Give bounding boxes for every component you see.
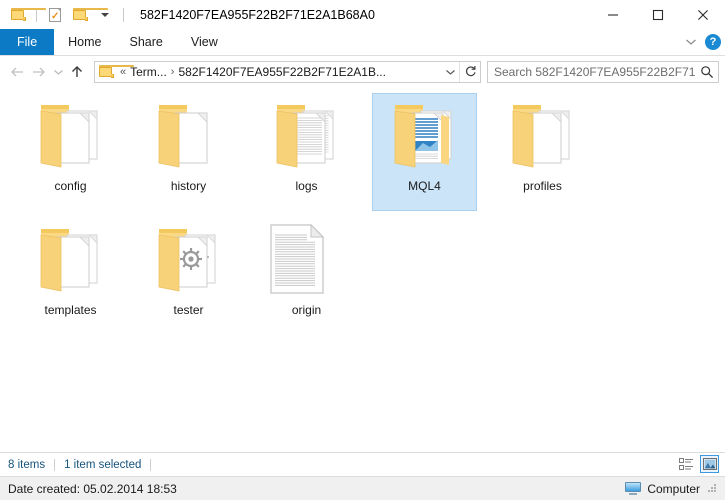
search-input[interactable]: Search 582F1420F7EA955F22B2F71E2... xyxy=(488,65,696,79)
list-item[interactable]: config xyxy=(18,93,123,211)
view-mode-buttons xyxy=(677,455,719,473)
list-item[interactable]: tester xyxy=(136,217,241,335)
large-icons-view-icon[interactable] xyxy=(700,455,719,473)
breadcrumb-item-current[interactable]: 582F1420F7EA955F22B2F71E2A1B... xyxy=(178,65,385,79)
properties-doc-icon[interactable]: ✓ xyxy=(45,5,65,25)
tab-home[interactable]: Home xyxy=(54,29,115,55)
file-list-view[interactable]: config history logs MQL4 profiles templates te… xyxy=(0,87,725,452)
list-item-label: MQL4 xyxy=(408,179,441,193)
list-item-label: logs xyxy=(295,179,318,193)
list-item[interactable]: origin xyxy=(254,217,359,335)
recent-locations-chevron-down-icon[interactable] xyxy=(50,61,66,83)
status-divider-2 xyxy=(150,458,152,471)
computer-indicator: Computer xyxy=(625,482,717,496)
details-bar: Date created: 05.02.2014 18:53 Computer xyxy=(0,476,725,500)
list-item-selected[interactable]: MQL4 xyxy=(372,93,477,211)
list-item-label: history xyxy=(170,179,207,193)
list-item[interactable]: templates xyxy=(18,217,123,335)
address-dropdown-chevron-down-icon[interactable] xyxy=(441,68,459,76)
list-item-label: tester xyxy=(173,303,204,317)
close-icon[interactable] xyxy=(680,0,725,29)
tab-share[interactable]: Share xyxy=(116,29,177,55)
computer-label: Computer xyxy=(647,481,700,496)
tab-view[interactable]: View xyxy=(177,29,232,55)
text-file-icon xyxy=(267,221,347,299)
folder-icon xyxy=(503,97,583,175)
breadcrumb-item-terminal[interactable]: Term... xyxy=(130,65,167,79)
folder-icon xyxy=(31,221,111,299)
list-item-label: templates xyxy=(44,303,97,317)
breadcrumb-overflow[interactable]: « xyxy=(119,66,127,78)
folder-icon xyxy=(149,221,229,299)
breadcrumb-separator[interactable]: › xyxy=(170,66,176,78)
maximize-icon[interactable] xyxy=(635,0,680,29)
quick-access-toolbar: ✓ 582F1420F7EA955F22B2F71E2A1B68A0 xyxy=(0,5,375,25)
window-title: 582F1420F7EA955F22B2F71E2A1B68A0 xyxy=(140,7,375,22)
date-created-text: Date created: 05.02.2014 18:53 xyxy=(8,481,177,496)
back-button[interactable] xyxy=(6,61,28,83)
new-folder-icon[interactable] xyxy=(70,5,108,25)
toolbar-divider-2 xyxy=(123,7,124,22)
status-bar: 8 items 1 item selected xyxy=(0,452,725,476)
resize-grip-icon[interactable] xyxy=(708,484,717,493)
folder-icon xyxy=(31,97,111,175)
list-item-label: origin xyxy=(291,303,322,317)
status-divider-1 xyxy=(54,458,56,471)
list-item-label: profiles xyxy=(523,179,562,193)
list-item[interactable]: profiles xyxy=(490,93,595,211)
selection-count-text: 1 item selected xyxy=(64,458,142,471)
ribbon-tab-bar: File Home Share View ? xyxy=(0,29,725,56)
monitor-icon xyxy=(625,482,642,495)
address-bar[interactable]: « Term... › 582F1420F7EA955F22B2F71E2A1B… xyxy=(94,60,481,83)
chevron-down-icon[interactable] xyxy=(684,35,698,49)
forward-button[interactable] xyxy=(28,61,50,83)
list-item[interactable]: history xyxy=(136,93,241,211)
search-box[interactable]: Search 582F1420F7EA955F22B2F71E2... xyxy=(487,60,719,83)
minimize-icon[interactable] xyxy=(590,0,635,29)
explorer-window: ✓ 582F1420F7EA955F22B2F71E2A1B68A0 File … xyxy=(0,0,725,500)
title-bar: ✓ 582F1420F7EA955F22B2F71E2A1B68A0 xyxy=(0,0,725,29)
refresh-icon[interactable] xyxy=(459,61,480,82)
folder-icon[interactable] xyxy=(8,5,46,25)
folder-icon xyxy=(267,97,347,175)
search-icon[interactable] xyxy=(696,65,718,79)
breadcrumb-folder-icon xyxy=(99,65,134,78)
details-view-icon[interactable] xyxy=(677,455,696,473)
up-button[interactable] xyxy=(66,61,88,83)
tab-file[interactable]: File xyxy=(0,29,55,55)
window-controls xyxy=(590,0,725,29)
item-count-text: 8 items xyxy=(8,458,46,471)
list-item[interactable]: logs xyxy=(254,93,359,211)
folder-icon xyxy=(385,97,465,175)
breadcrumb[interactable]: « Term... › 582F1420F7EA955F22B2F71E2A1B… xyxy=(95,65,441,79)
help-icon[interactable]: ? xyxy=(705,34,721,50)
folder-icon xyxy=(149,97,229,175)
ribbon-controls: ? xyxy=(684,29,721,55)
icon-grid: config history logs MQL4 profiles templates te… xyxy=(0,93,725,341)
navigation-bar: « Term... › 582F1420F7EA955F22B2F71E2A1B… xyxy=(0,56,725,87)
list-item-label: config xyxy=(54,179,87,193)
